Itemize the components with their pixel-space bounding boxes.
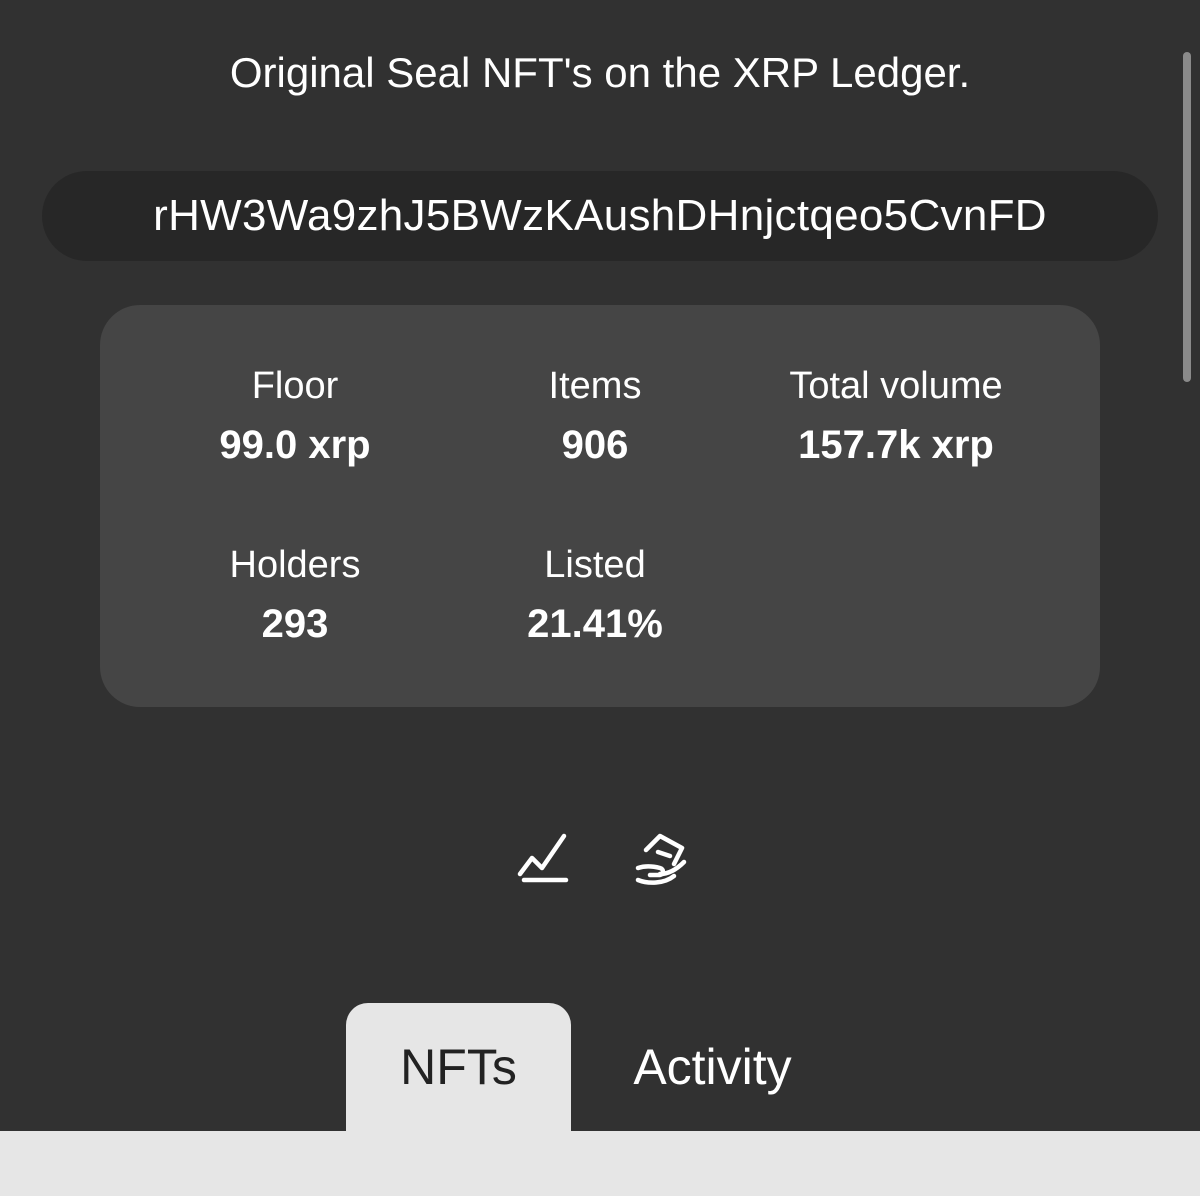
stat-floor: Floor 99.0 xrp [145,363,445,469]
collection-description: Original Seal NFT's on the XRP Ledger. [229,49,971,96]
stat-floor-value: 99.0 xrp [219,423,371,467]
tab-nfts[interactable]: NFTs [346,1003,571,1131]
collection-page: Original Seal NFT's on the XRP Ledger. r… [0,0,1200,1196]
hand-offer-icon [635,833,687,885]
stat-listed-label: Listed [544,544,646,586]
address-pill[interactable]: rHW3Wa9zhJ5BWzKAushDHnjctqeo5CvnFD [42,171,1158,261]
make-offer-button[interactable] [628,826,692,890]
tab-content-area [0,1131,1200,1196]
stat-listed-value: 21.41% [527,602,663,646]
stat-total-volume-value: 157.7k xrp [798,423,994,467]
stat-floor-label: Floor [251,365,339,407]
stat-total-volume-label: Total volume [789,365,1003,407]
tab-activity[interactable]: Activity [600,1003,825,1131]
stat-items-label: Items [548,365,642,407]
action-icons [0,822,1200,894]
stat-listed: Listed 21.41% [445,542,745,648]
chart-button[interactable] [510,826,574,890]
stat-items-value: 906 [561,423,629,467]
collection-address: rHW3Wa9zhJ5BWzKAushDHnjctqeo5CvnFD [153,191,1047,240]
stats-card: Floor 99.0 xrp Items 906 Total volume 15… [100,305,1100,707]
stat-items: Items 906 [445,363,745,469]
stat-total-volume: Total volume 157.7k xrp [746,363,1046,469]
chart-line-icon [517,833,569,883]
stat-holders: Holders 293 [145,542,445,648]
stat-holders-label: Holders [229,544,361,586]
stat-holders-value: 293 [261,602,329,646]
